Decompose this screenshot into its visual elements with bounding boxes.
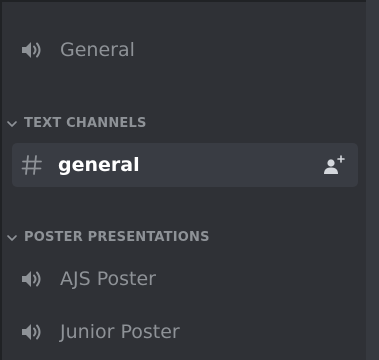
- voice-channel-ajs-poster[interactable]: AJS Poster: [12, 257, 358, 301]
- channel-sidebar: General TEXT CHANNELS general POSTER PRE…: [0, 0, 366, 360]
- voice-channel-general[interactable]: General: [12, 28, 358, 72]
- text-channel-label: general: [58, 154, 140, 176]
- category-label: POSTER PRESENTATIONS: [24, 230, 210, 245]
- speaker-icon: [20, 267, 50, 291]
- text-channel-general[interactable]: general: [12, 143, 358, 187]
- chevron-down-icon: [6, 232, 18, 244]
- speaker-icon: [20, 38, 50, 62]
- voice-channel-junior-poster[interactable]: Junior Poster: [12, 310, 358, 354]
- category-label: TEXT CHANNELS: [24, 116, 147, 131]
- add-member-icon[interactable]: [322, 154, 346, 176]
- category-poster-presentations[interactable]: POSTER PRESENTATIONS: [6, 230, 210, 245]
- main-panel-edge: [366, 0, 379, 360]
- voice-channel-label: AJS Poster: [60, 268, 156, 290]
- chevron-down-icon: [6, 118, 18, 130]
- category-text-channels[interactable]: TEXT CHANNELS: [6, 116, 147, 131]
- speaker-icon: [20, 320, 50, 344]
- voice-channel-label: Junior Poster: [60, 321, 180, 343]
- voice-channel-label: General: [60, 39, 135, 61]
- hash-icon: [20, 153, 50, 177]
